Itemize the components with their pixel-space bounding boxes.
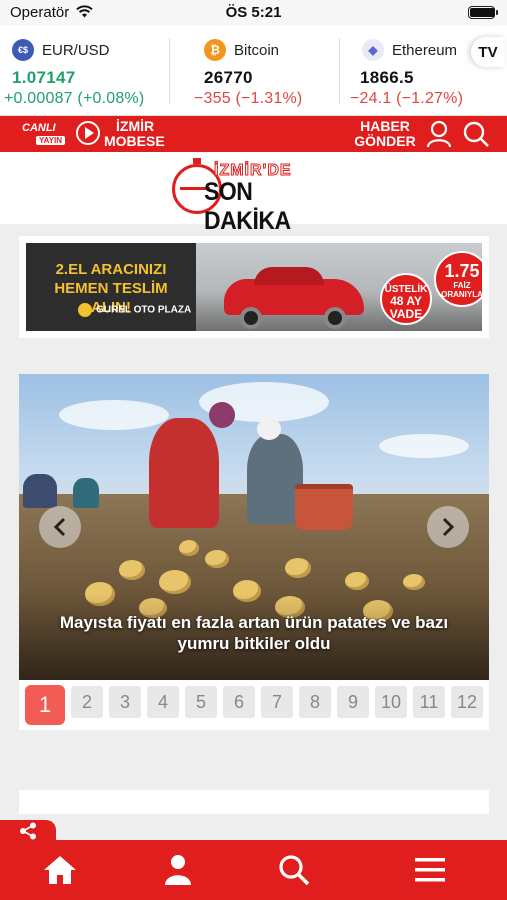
play-icon[interactable] [76, 121, 100, 145]
ethereum-icon: ◆ [362, 39, 384, 61]
ad-banner[interactable]: 2.EL ARACINIZI HEMEN TESLİM ALIN! GUREL … [26, 243, 482, 331]
eu-us-flag-icon: €$ [12, 39, 34, 61]
slider-pagination: 1 2 3 4 5 6 7 8 9 10 11 12 [19, 680, 489, 730]
slider-next-button[interactable] [427, 506, 469, 548]
potato [159, 570, 191, 594]
farmer-figure [23, 474, 57, 508]
user-icon [165, 855, 191, 885]
news-slider[interactable]: Mayısta fiyatı en fazla artan ürün patat… [19, 374, 489, 680]
nav-home-button[interactable] [40, 850, 80, 890]
badge-rate: 1.75 [444, 261, 480, 281]
potato [205, 550, 229, 568]
page-button-5[interactable]: 5 [185, 686, 217, 718]
market-ticker: €$ EUR/USD 1.07147 +0.00087 (+0.08%) ₿ B… [0, 26, 507, 116]
car-wheel [324, 307, 346, 329]
page-button-7[interactable]: 7 [261, 686, 293, 718]
status-bar: Operatör ÖS 5:21 [0, 0, 507, 26]
ad-headline-line1: 2.EL ARACINIZI [55, 261, 167, 278]
user-icon[interactable] [426, 120, 452, 153]
ticker-symbol: Bitcoin [234, 41, 280, 59]
badge-label: ORANIYLA [441, 290, 482, 299]
content-card [19, 790, 489, 814]
share-button[interactable] [0, 820, 56, 842]
ticker-price: 1.07147 [12, 68, 76, 87]
ticker-change: −24.1 (−1.27%) [350, 90, 464, 107]
ad-brand: GUREL OTO PLAZA [78, 303, 191, 317]
page-button-1[interactable]: 1 [25, 685, 65, 725]
ticker-symbol: EUR/USD [42, 41, 110, 59]
page-button-8[interactable]: 8 [299, 686, 331, 718]
share-icon [20, 822, 36, 840]
potato [179, 540, 199, 556]
tradingview-logo-icon[interactable]: TV [471, 37, 505, 67]
ticker-price: 26770 [204, 68, 253, 87]
ticker-change: −355 (−1.31%) [194, 90, 303, 107]
bitcoin-icon: ₿ [204, 39, 226, 61]
potato [285, 558, 311, 578]
farmer-figure [73, 478, 99, 508]
search-icon[interactable] [462, 120, 490, 153]
nav-profile-button[interactable] [158, 850, 198, 890]
slide-caption[interactable]: Mayısta fiyatı en fazla artan ürün patat… [47, 612, 461, 654]
nav-menu-button[interactable] [410, 850, 450, 890]
chevron-left-icon [53, 517, 66, 537]
bucket [295, 484, 353, 530]
farmer-figure [149, 418, 219, 528]
farmer-head [209, 402, 235, 428]
ticker-price: 1866.5 [360, 68, 414, 87]
potato [403, 574, 425, 590]
live-sub-label: YAYIN [36, 136, 65, 145]
send-news-button[interactable]: HABER GÖNDER [354, 119, 416, 149]
site-logo[interactable]: İZMİR'DE SON DAKİKA [172, 158, 332, 235]
status-time: ÖS 5:21 [225, 4, 282, 21]
live-broadcast-button[interactable]: CANLI YAYIN [22, 120, 72, 148]
haber-line1: HABER [360, 118, 410, 134]
bottom-nav [0, 840, 507, 900]
ad-badge-rate: 1.75 FAİZ ORANIYLA [434, 251, 482, 307]
nav-search-button[interactable] [274, 850, 314, 890]
cloud [379, 434, 469, 458]
potato [119, 560, 145, 580]
ticker-change: +0.00087 (+0.08%) [4, 90, 145, 107]
search-icon [279, 855, 310, 886]
farmer-head [257, 418, 281, 440]
cloud [59, 400, 169, 430]
chevron-right-icon [442, 517, 455, 537]
battery-icon [468, 6, 498, 19]
mobese-line1: İZMİR [116, 118, 155, 134]
page-button-9[interactable]: 9 [337, 686, 369, 718]
potato [345, 572, 369, 590]
page-button-2[interactable]: 2 [71, 686, 103, 718]
izmir-mobese-button[interactable]: İZMİR MOBESE [104, 119, 165, 149]
page-button-3[interactable]: 3 [109, 686, 141, 718]
slider-prev-button[interactable] [39, 506, 81, 548]
haber-line2: GÖNDER [354, 133, 416, 149]
ad-brand-text: GUREL OTO PLAZA [96, 304, 192, 316]
ticker-item-eurusd[interactable]: €$ EUR/USD 1.07147 +0.00087 (+0.08%) [0, 26, 170, 116]
home-icon [44, 856, 76, 884]
ad-car-image: ÜSTELİK 48 AY VADE 1.75 FAİZ ORANIYLA [196, 243, 482, 331]
page-button-11[interactable]: 11 [413, 686, 445, 718]
brand-logo-icon [78, 303, 92, 317]
badge-faiz: FAİZ [453, 281, 471, 290]
car-wheel [240, 307, 262, 329]
menu-icon [415, 858, 445, 882]
mobese-line2: MOBESE [104, 133, 165, 149]
live-label: CANLI [22, 122, 56, 134]
page-button-12[interactable]: 12 [451, 686, 483, 718]
ad-container: 2.EL ARACINIZI HEMEN TESLİM ALIN! GUREL … [19, 236, 489, 338]
logo-main-text: SON DAKİKA [204, 178, 291, 235]
divider [169, 38, 170, 104]
ticker-item-bitcoin[interactable]: ₿ Bitcoin 26770 −355 (−1.31%) [182, 26, 352, 116]
logo-bar: İZMİR'DE SON DAKİKA [0, 152, 507, 235]
ad-badge-term: ÜSTELİK 48 AY VADE [380, 273, 432, 325]
top-action-bar: CANLI YAYIN İZMİR MOBESE HABER GÖNDER [0, 116, 507, 152]
page-button-10[interactable]: 10 [375, 686, 407, 718]
ticker-symbol: Ethereum [392, 41, 458, 59]
badge-line: VADE [389, 307, 423, 321]
page-button-6[interactable]: 6 [223, 686, 255, 718]
page-button-4[interactable]: 4 [147, 686, 179, 718]
